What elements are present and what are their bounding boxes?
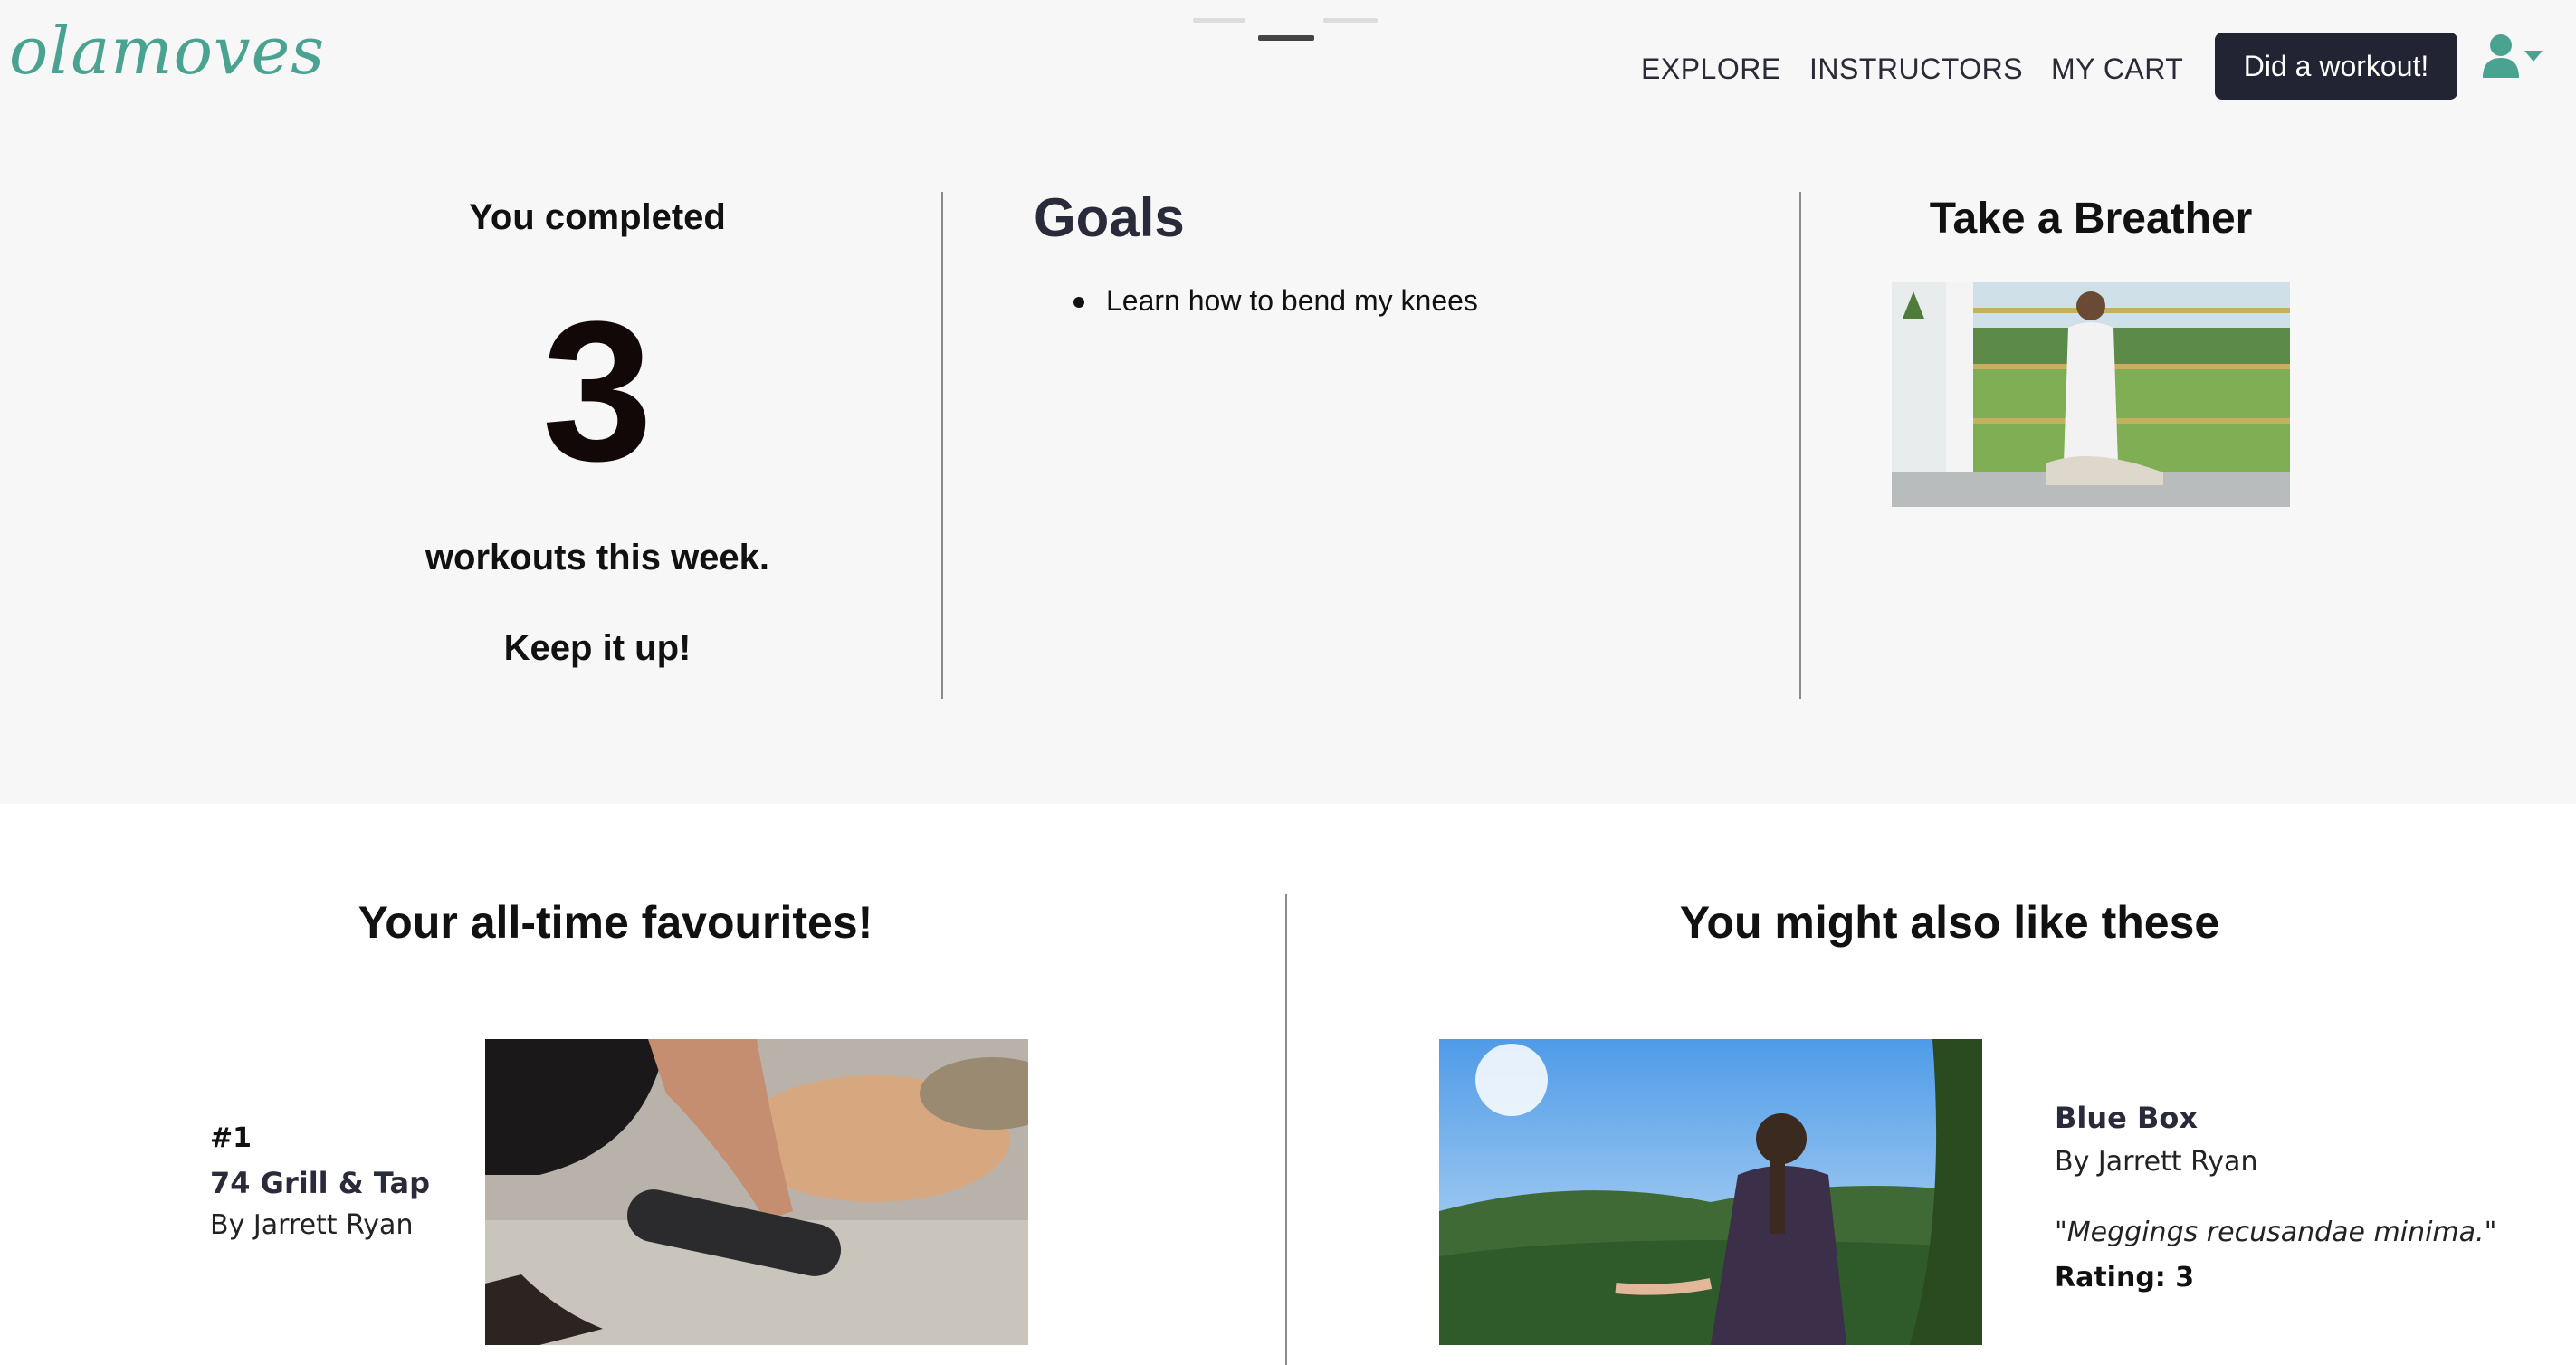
recommendation-instructor: By Jarrett Ryan [2055, 1146, 2258, 1178]
favourite-name[interactable]: 74 Grill & Tap [210, 1166, 430, 1200]
carousel-indicator[interactable] [1323, 18, 1378, 23]
breather-image[interactable] [1892, 282, 2290, 507]
recommendation-quote: "Meggings recusandae minima." [2055, 1217, 2497, 1248]
recommendations-title: You might also like these [1679, 897, 2220, 948]
nav-my-cart[interactable]: MY CART [2051, 52, 2183, 86]
completed-subtitle: workouts this week. [425, 538, 770, 578]
user-menu-button[interactable] [2483, 33, 2546, 83]
workout-count: 3 [541, 280, 654, 502]
goals-list: Learn how to bend my knees [1068, 284, 1478, 318]
nav-explore[interactable]: EXPLORE [1641, 52, 1781, 86]
recommendation-rating: Rating: 3 [2055, 1262, 2195, 1293]
logo[interactable]: olamoves [9, 13, 325, 89]
user-icon [2483, 34, 2543, 78]
favourite-rank: #1 [210, 1122, 253, 1154]
recommended-workout-image[interactable] [1439, 1039, 1982, 1345]
favourite-workout-image[interactable] [485, 1039, 1028, 1345]
did-a-workout-button[interactable]: Did a workout! [2215, 33, 2457, 100]
goal-item: Learn how to bend my knees [1068, 284, 1478, 318]
carousel-indicator-active[interactable] [1258, 35, 1314, 41]
carousel-indicator[interactable] [1193, 18, 1245, 23]
goal-label: Learn how to bend my knees [1106, 284, 1478, 317]
nav-instructors[interactable]: INSTRUCTORS [1809, 52, 2023, 86]
chevron-down-icon [2524, 51, 2543, 62]
column-divider [1799, 192, 1801, 699]
breather-title: Take a Breather [1929, 195, 2253, 243]
encouragement-text: Keep it up! [503, 628, 692, 668]
favourite-instructor: By Jarrett Ryan [210, 1209, 414, 1241]
column-divider [941, 192, 943, 699]
completed-title: You completed [469, 197, 726, 237]
goals-title: Goals [1034, 187, 1185, 248]
column-divider [1285, 894, 1287, 1365]
recommendation-name[interactable]: Blue Box [2055, 1101, 2198, 1135]
favourites-title: Your all-time favourites! [358, 897, 873, 948]
